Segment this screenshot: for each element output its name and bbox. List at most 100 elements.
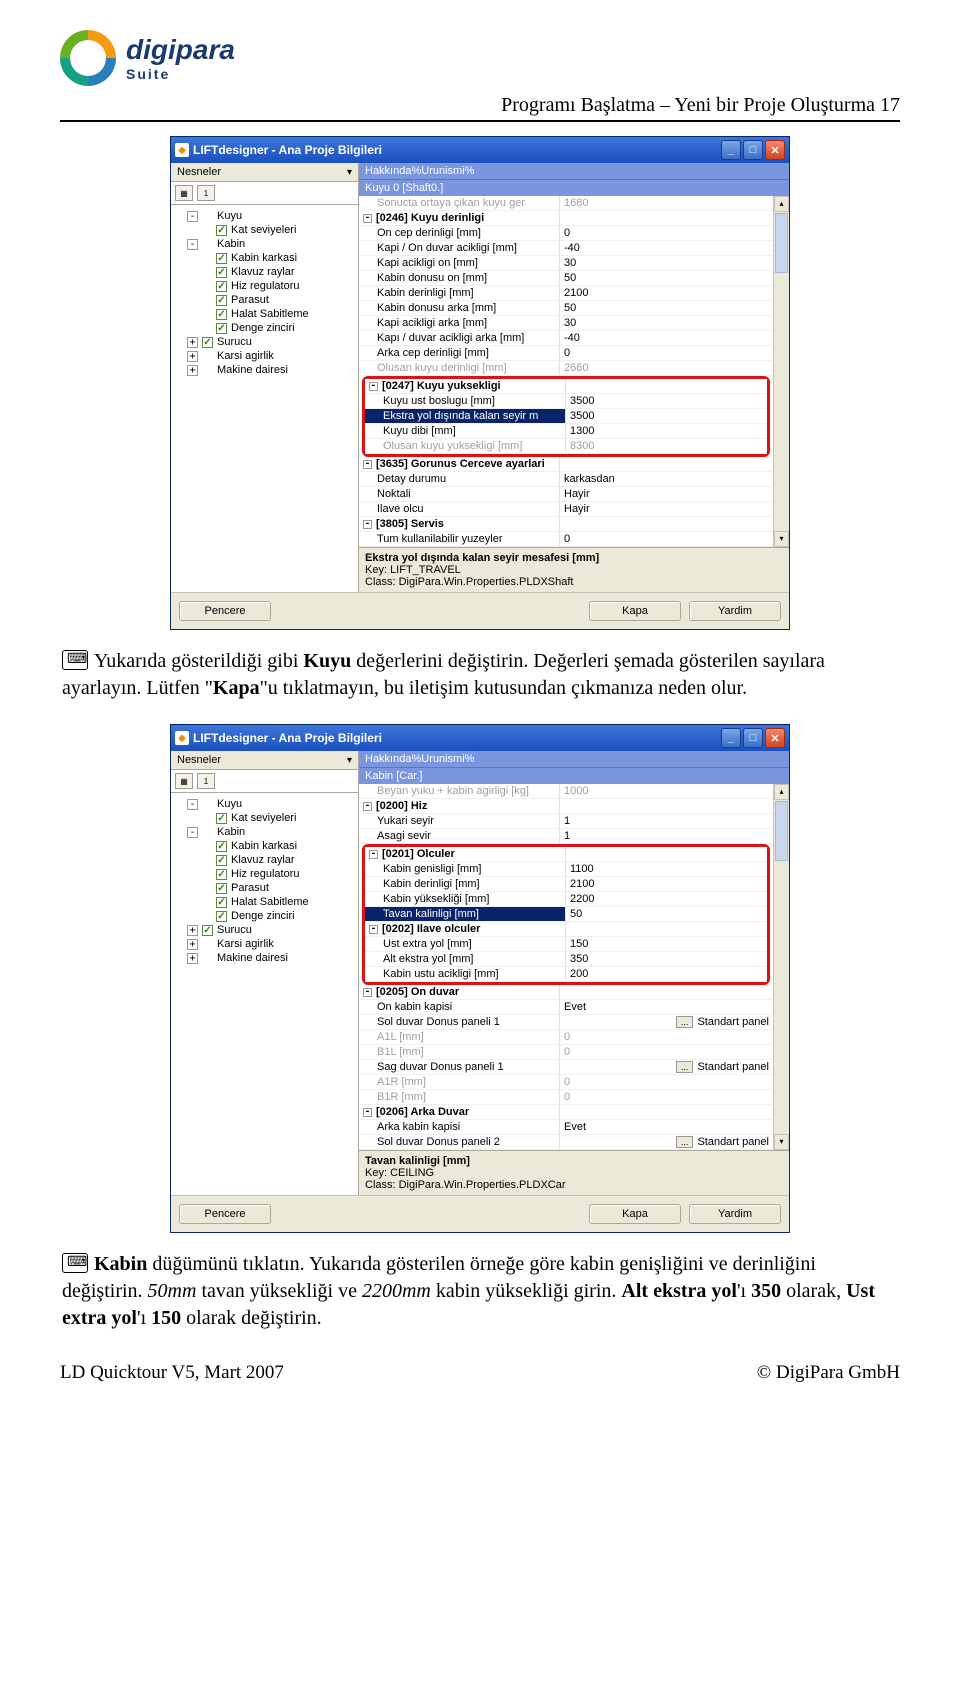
yardim-button[interactable]: Yardim bbox=[689, 601, 781, 621]
close-button[interactable]: ✕ bbox=[765, 728, 785, 748]
property-row[interactable]: Olusan kuyu yuksekligi [mm]8300 bbox=[365, 439, 767, 454]
scroll-down-button[interactable]: ▾ bbox=[774, 1134, 789, 1150]
property-value[interactable]: 2100 bbox=[559, 286, 773, 300]
property-row[interactable]: Kapi acikligi on [mm]30 bbox=[359, 256, 773, 271]
property-value[interactable]: 3500 bbox=[565, 409, 767, 423]
property-value[interactable] bbox=[565, 847, 767, 861]
browse-button[interactable]: ... bbox=[676, 1061, 694, 1073]
tree-node[interactable]: +Makine dairesi bbox=[187, 951, 356, 965]
property-row[interactable]: A1L [mm]0 bbox=[359, 1030, 773, 1045]
property-value[interactable] bbox=[559, 799, 773, 813]
tree-node[interactable]: ✓Kat seviyeleri bbox=[201, 223, 356, 237]
property-value[interactable]: 3500 bbox=[565, 394, 767, 408]
property-value[interactable]: 1 bbox=[559, 829, 773, 843]
property-row[interactable]: Alt ekstra yol [mm]350 bbox=[365, 952, 767, 967]
property-value[interactable] bbox=[565, 379, 767, 393]
property-value[interactable]: -40 bbox=[559, 331, 773, 345]
property-row[interactable]: On cep derinligi [mm]0 bbox=[359, 226, 773, 241]
property-group-header[interactable]: -[0201] Olculer bbox=[365, 847, 767, 862]
tree-node[interactable]: -Kabin bbox=[187, 237, 356, 251]
property-row[interactable]: Tum kullanilabilir yuzeyler0 bbox=[359, 532, 773, 547]
property-row[interactable]: Arka cep derinligi [mm]0 bbox=[359, 346, 773, 361]
tree-node[interactable]: ✓Denge zinciri bbox=[201, 909, 356, 923]
scroll-up-button[interactable]: ▴ bbox=[774, 784, 789, 800]
property-row[interactable]: Olusan kuyu derinligi [mm]2660 bbox=[359, 361, 773, 376]
property-row[interactable]: B1L [mm]0 bbox=[359, 1045, 773, 1060]
property-value[interactable]: ... Standart panel bbox=[559, 1015, 773, 1029]
scroll-thumb[interactable] bbox=[775, 801, 788, 861]
toolbar-icon[interactable]: ▦ bbox=[175, 773, 193, 789]
property-row[interactable]: Detay durumukarkasdan bbox=[359, 472, 773, 487]
pencere-button[interactable]: Pencere bbox=[179, 1204, 271, 1224]
property-value[interactable]: 0 bbox=[559, 1075, 773, 1089]
vertical-scrollbar[interactable]: ▴ ▾ bbox=[773, 196, 789, 547]
tree-node[interactable]: ✓Kabin karkasi bbox=[201, 839, 356, 853]
titlebar[interactable]: ◆ LIFTdesigner - Ana Proje Bilgileri _ □… bbox=[171, 137, 789, 163]
property-value[interactable]: Evet bbox=[559, 1120, 773, 1134]
scroll-up-button[interactable]: ▴ bbox=[774, 196, 789, 212]
tree-node[interactable]: ✓Hiz regulatoru bbox=[201, 279, 356, 293]
tree-node[interactable]: +Karsi agirlik bbox=[187, 349, 356, 363]
property-row[interactable]: Kapi acikligi arka [mm]30 bbox=[359, 316, 773, 331]
kapa-button[interactable]: Kapa bbox=[589, 1204, 681, 1224]
property-value[interactable]: 2100 bbox=[565, 877, 767, 891]
property-row[interactable]: Arka kabin kapisiEvet bbox=[359, 1120, 773, 1135]
property-row[interactable]: Kapi / On duvar acikligi [mm]-40 bbox=[359, 241, 773, 256]
property-group-header[interactable]: -[0205] On duvar bbox=[359, 985, 773, 1000]
property-value[interactable]: 0 bbox=[559, 1045, 773, 1059]
titlebar[interactable]: ◆ LIFTdesigner - Ana Proje Bilgileri _ □… bbox=[171, 725, 789, 751]
property-group-header[interactable]: -[0206] Arka Duvar bbox=[359, 1105, 773, 1120]
property-row[interactable]: Kabin donusu arka [mm]50 bbox=[359, 301, 773, 316]
property-group-header[interactable]: -[0246] Kuyu derinligi bbox=[359, 211, 773, 226]
property-row[interactable]: Ilave olcuHayir bbox=[359, 502, 773, 517]
tree-node[interactable]: ✓Kat seviyeleri bbox=[201, 811, 356, 825]
property-row[interactable]: Kabin derinligi [mm]2100 bbox=[365, 877, 767, 892]
property-row[interactable]: B1R [mm]0 bbox=[359, 1090, 773, 1105]
property-value[interactable]: 0 bbox=[559, 346, 773, 360]
property-group-header[interactable]: -[0200] Hiz bbox=[359, 799, 773, 814]
yardim-button[interactable]: Yardim bbox=[689, 1204, 781, 1224]
property-value[interactable]: 150 bbox=[565, 937, 767, 951]
property-row[interactable]: Kabin donusu on [mm]50 bbox=[359, 271, 773, 286]
property-value[interactable] bbox=[559, 985, 773, 999]
property-value[interactable]: ... Standart panel bbox=[559, 1060, 773, 1074]
tree-header-dropdown[interactable]: Nesneler▾ bbox=[171, 163, 358, 182]
property-row[interactable]: NoktaliHayir bbox=[359, 487, 773, 502]
property-value[interactable]: 1100 bbox=[565, 862, 767, 876]
property-value[interactable]: 200 bbox=[565, 967, 767, 981]
scroll-down-button[interactable]: ▾ bbox=[774, 531, 789, 547]
property-row[interactable]: Kabin yüksekliği [mm]2200 bbox=[365, 892, 767, 907]
property-row[interactable]: Asagi sevir1 bbox=[359, 829, 773, 844]
tree-node[interactable]: +Karsi agirlik bbox=[187, 937, 356, 951]
property-row[interactable]: Tavan kalinligi [mm]50 bbox=[365, 907, 767, 922]
property-value[interactable]: 2200 bbox=[565, 892, 767, 906]
property-value[interactable]: 50 bbox=[565, 907, 767, 921]
property-row[interactable]: Kabin ustu acikligi [mm]200 bbox=[365, 967, 767, 982]
close-button[interactable]: ✕ bbox=[765, 140, 785, 160]
tree-header-dropdown[interactable]: Nesneler▾ bbox=[171, 751, 358, 770]
property-value[interactable]: 0 bbox=[559, 532, 773, 546]
property-row[interactable]: Sol duvar Donus paneli 1... Standart pan… bbox=[359, 1015, 773, 1030]
maximize-button[interactable]: □ bbox=[743, 140, 763, 160]
property-value[interactable]: 30 bbox=[559, 316, 773, 330]
property-group-header[interactable]: -[3635] Gorunus Cerceve ayarlari bbox=[359, 457, 773, 472]
property-value[interactable]: Evet bbox=[559, 1000, 773, 1014]
property-row[interactable]: On kabin kapisiEvet bbox=[359, 1000, 773, 1015]
property-value[interactable]: 0 bbox=[559, 1030, 773, 1044]
minimize-button[interactable]: _ bbox=[721, 728, 741, 748]
tree-node[interactable]: +Makine dairesi bbox=[187, 363, 356, 377]
toolbar-icon[interactable]: 1 bbox=[197, 185, 215, 201]
property-value[interactable]: 50 bbox=[559, 271, 773, 285]
scroll-thumb[interactable] bbox=[775, 213, 788, 273]
property-value[interactable]: Hayir bbox=[559, 502, 773, 516]
property-value[interactable]: 0 bbox=[559, 226, 773, 240]
tree-node[interactable]: ✓Klavuz raylar bbox=[201, 853, 356, 867]
property-value[interactable]: 1000 bbox=[559, 784, 773, 798]
property-value[interactable] bbox=[559, 1105, 773, 1119]
tree-node[interactable]: +✓Surucu bbox=[187, 335, 356, 349]
tree-node[interactable]: -Kuyu bbox=[187, 209, 356, 223]
property-value[interactable] bbox=[559, 517, 773, 531]
tree-node[interactable]: ✓Kabin karkasi bbox=[201, 251, 356, 265]
tree-node[interactable]: -Kuyu bbox=[187, 797, 356, 811]
property-row[interactable]: Beyan yuku + kabin agirligi [kg]1000 bbox=[359, 784, 773, 799]
